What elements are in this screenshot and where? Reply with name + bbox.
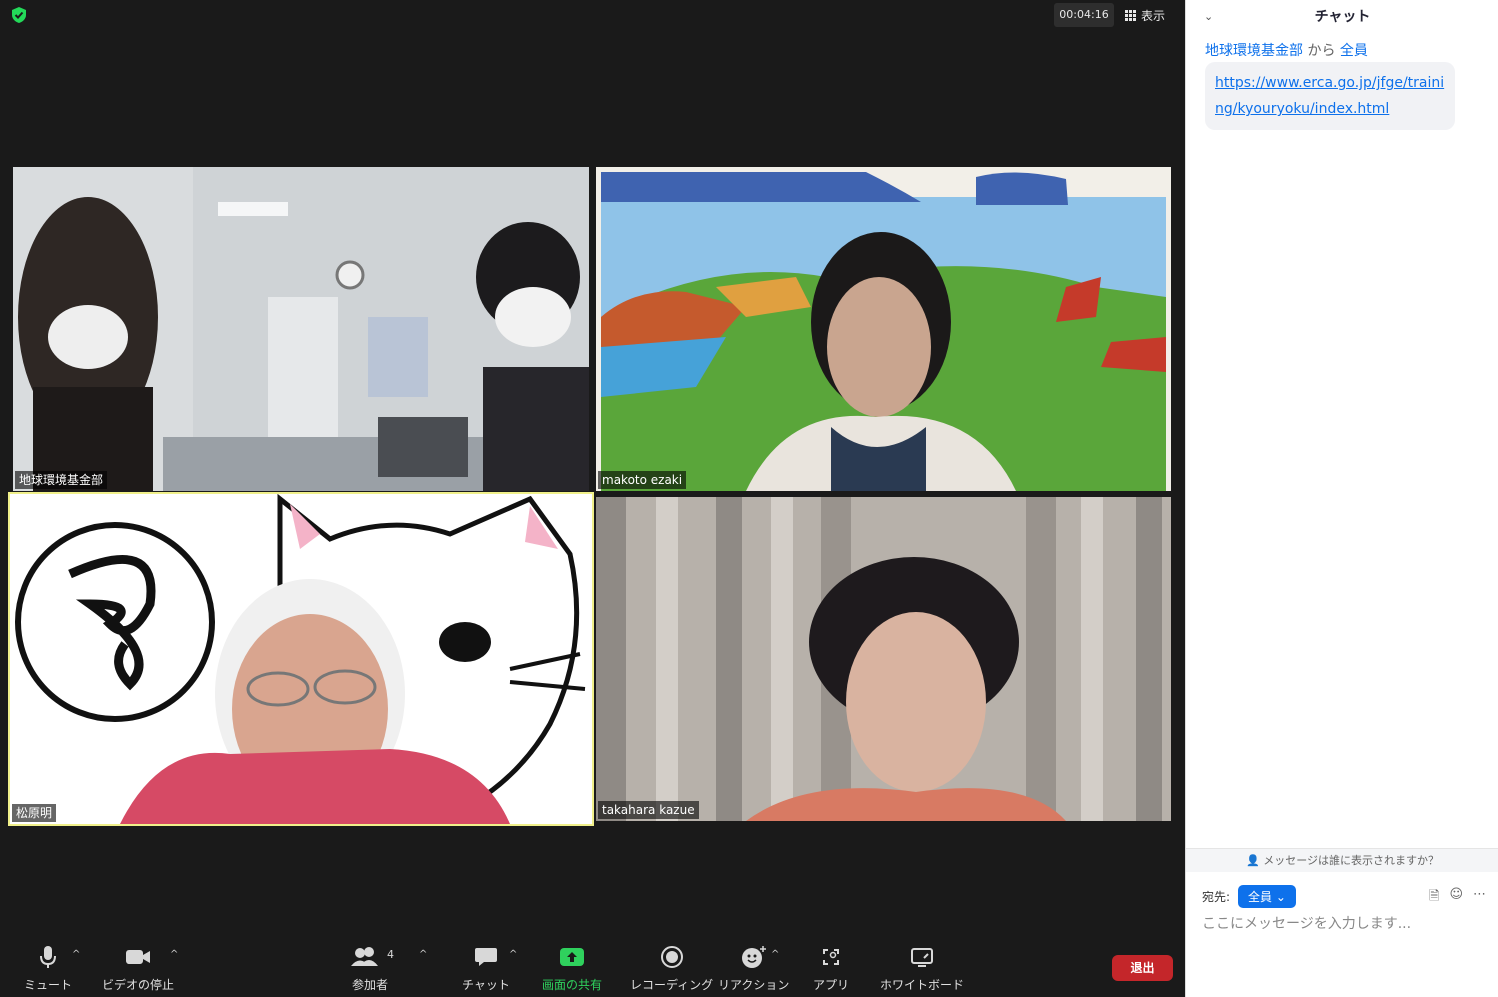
participant-name: 松原明 (12, 804, 57, 822)
shield-icon[interactable] (10, 6, 28, 24)
participants-label: 参加者 (351, 978, 388, 992)
share-screen-label: 画面の共有 (542, 978, 603, 992)
emoji-icon[interactable]: ☺ (1449, 887, 1463, 909)
participants-count: 4 (387, 948, 394, 961)
view-button[interactable]: 表示 (1125, 5, 1165, 25)
reactions-options-caret[interactable]: ^ (771, 949, 779, 960)
stop-video-label: ビデオの停止 (102, 978, 175, 992)
chevron-down-icon: ⌄ (1275, 890, 1286, 904)
chat-label: チャット (462, 978, 510, 992)
message-link[interactable]: https://www.erca.go.jp/jfge/training/kyo… (1215, 75, 1444, 117)
apps-button[interactable]: アプリ (813, 944, 849, 993)
apps-icon (820, 944, 842, 970)
whiteboard-button[interactable]: ホワイトボード (880, 944, 964, 993)
meeting-area: 00:04:16 表示 地球環境基金部 makoto ezaki 松原明 tak… (0, 0, 1185, 997)
chat-bubble-icon (474, 944, 498, 970)
view-label: 表示 (1141, 8, 1166, 23)
chat-input-tools: 🗎 ☺ ⋯ (1429, 887, 1486, 909)
share-screen-icon (559, 944, 585, 970)
file-icon[interactable]: 🗎 (1429, 887, 1439, 909)
message-from-word: から (1307, 43, 1336, 59)
audio-options-caret[interactable]: ^ (72, 949, 80, 960)
chat-panel: ⌄ チャット 地球環境基金部 から 全員 https://www.erca.go… (1185, 0, 1498, 997)
chat-button[interactable]: チャット (462, 944, 510, 993)
participants-button[interactable]: 参加者 (350, 944, 390, 993)
video-tile[interactable]: makoto ezaki (596, 167, 1171, 491)
recipient-value: 全員 (1248, 890, 1273, 904)
participants-icon (350, 944, 390, 970)
reactions-label: リアクション (718, 978, 790, 992)
apps-label: アプリ (813, 978, 850, 992)
video-tile[interactable]: takahara kazue (596, 497, 1171, 821)
record-icon (660, 944, 683, 970)
meeting-toolbar: ミュート ^ ビデオの停止 ^ 参加者 4 ^ チャット ^ 画面の共有 レコー… (0, 940, 1185, 997)
microphone-icon (39, 944, 57, 970)
whiteboard-icon (910, 944, 934, 970)
record-label: レコーディング (630, 978, 714, 992)
leave-button[interactable]: 退出 (1112, 955, 1173, 981)
video-tile-active-speaker[interactable]: 松原明 (8, 492, 594, 826)
whiteboard-label: ホワイトボード (880, 978, 965, 992)
to-label: 宛先: (1202, 890, 1231, 904)
who-sees-message-link[interactable]: 👤 メッセージは誰に表示されますか？ (1186, 848, 1498, 872)
more-icon[interactable]: ⋯ (1473, 887, 1486, 909)
person-icon: 👤 (1246, 854, 1260, 867)
stop-video-button[interactable]: ビデオの停止 (102, 944, 174, 993)
recipient-select[interactable]: 全員 ⌄ (1238, 885, 1296, 908)
video-options-caret[interactable]: ^ (170, 949, 178, 960)
video-camera-icon (125, 944, 151, 970)
video-feed-painting (596, 167, 1171, 491)
smiley-plus-icon (741, 944, 767, 970)
participants-options-caret[interactable]: ^ (419, 949, 427, 960)
meeting-timer: 00:04:16 (1054, 3, 1114, 27)
message-meta: 地球環境基金部 から 全員 (1205, 40, 1368, 60)
mute-button[interactable]: ミュート (24, 944, 72, 993)
video-feed-cartoon (10, 494, 592, 824)
chat-title: チャット (1314, 9, 1371, 25)
participant-name: 地球環境基金部 (15, 471, 108, 489)
who-sees-label: メッセージは誰に表示されますか？ (1263, 854, 1439, 867)
recipient-row: 宛先: 全員 ⌄ (1202, 885, 1296, 908)
share-screen-button[interactable]: 画面の共有 (542, 944, 602, 993)
chat-header: ⌄ チャット (1186, 0, 1498, 32)
grid-icon (1125, 9, 1136, 21)
message-bubble: https://www.erca.go.jp/jfge/training/kyo… (1205, 62, 1455, 130)
chat-options-caret[interactable]: ^ (509, 949, 517, 960)
participant-name: makoto ezaki (598, 471, 687, 489)
zoom-window: 00:04:16 表示 地球環境基金部 makoto ezaki 松原明 tak… (0, 0, 1498, 997)
chat-message-input[interactable] (1202, 911, 1487, 937)
video-feed-office (13, 167, 589, 491)
video-feed-curtain (596, 497, 1171, 821)
message-sender[interactable]: 地球環境基金部 (1205, 43, 1303, 59)
record-button[interactable]: レコーディング (630, 944, 713, 993)
video-tile[interactable]: 地球環境基金部 (13, 167, 589, 491)
message-recipient[interactable]: 全員 (1340, 43, 1368, 59)
mute-label: ミュート (24, 978, 73, 992)
participant-name: takahara kazue (598, 801, 699, 819)
